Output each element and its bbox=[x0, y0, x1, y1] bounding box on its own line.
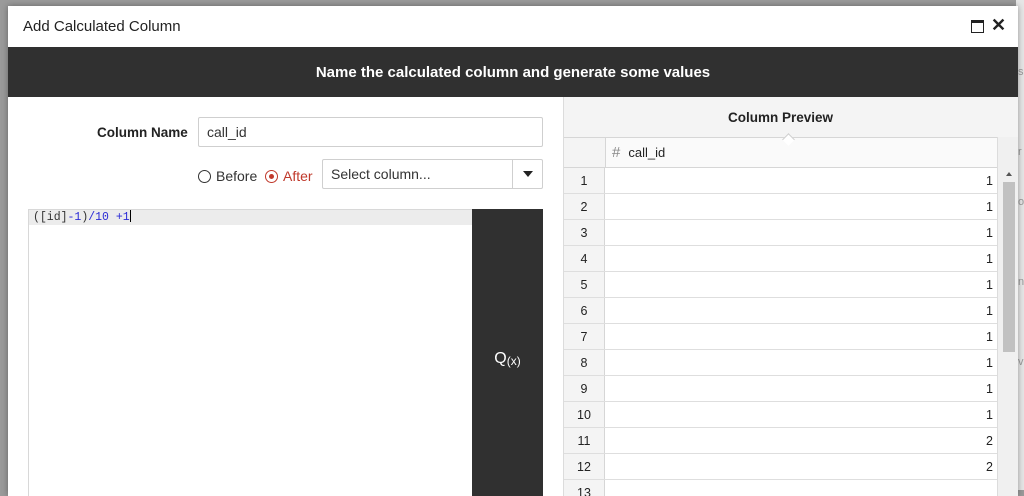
preview-title: Column Preview bbox=[727, 109, 834, 125]
preview-row: 21 bbox=[564, 194, 997, 220]
preview-column-header[interactable]: # call_id bbox=[606, 138, 997, 167]
row-number: 10 bbox=[564, 402, 605, 427]
qx-label-main: Q bbox=[494, 350, 507, 367]
row-number: 11 bbox=[564, 428, 605, 453]
dialog-title: Add Calculated Column bbox=[23, 18, 181, 35]
preview-row: 81 bbox=[564, 350, 997, 376]
position-before-label: Before bbox=[216, 168, 258, 184]
preview-cell[interactable]: 1 bbox=[605, 376, 997, 401]
row-number: 13 bbox=[564, 480, 605, 496]
row-number: 2 bbox=[564, 194, 605, 219]
preview-column-name: call_id bbox=[628, 145, 666, 160]
preview-cell[interactable]: 1 bbox=[605, 194, 997, 219]
preview-cell[interactable]: 1 bbox=[605, 350, 997, 375]
preview-cell[interactable]: 2 bbox=[605, 428, 997, 453]
row-number: 7 bbox=[564, 324, 605, 349]
preview-cell[interactable]: 1 bbox=[605, 246, 997, 271]
radio-unchecked-icon bbox=[198, 169, 211, 183]
preview-row: 71 bbox=[564, 324, 997, 350]
preview-grid-header: # call_id bbox=[564, 137, 997, 168]
scroll-up-arrow-icon[interactable] bbox=[1006, 172, 1012, 176]
preview-cell[interactable]: 1 bbox=[605, 298, 997, 323]
preview-row: 12 2 bbox=[564, 454, 997, 480]
background-fragment: o bbox=[1018, 196, 1024, 208]
preview-row: 11 2 bbox=[564, 428, 997, 454]
preview-rows: 1 1 2 1 3 1 4 1 5 1 6 1 7 1 8 1 9 1 10 1 11 2 12 2 13 bbox=[564, 168, 997, 496]
preview-cell[interactable]: 1 bbox=[605, 324, 997, 349]
row-number: 12 bbox=[564, 454, 605, 479]
row-number: 6 bbox=[564, 298, 605, 323]
qx-label-sub: (x) bbox=[506, 353, 521, 368]
text-cursor bbox=[129, 210, 132, 222]
close-icon[interactable]: ✕ bbox=[991, 15, 1006, 36]
column-select-value: Select column... bbox=[331, 166, 431, 182]
preview-row: 61 bbox=[564, 298, 997, 324]
preview-grid: # call_id 1 1 2 1 3 1 4 1 5 1 6 1 7 1 8 1 9 1 10 1 11 2 12 2 13 bbox=[564, 137, 997, 496]
preview-row: 13 bbox=[564, 480, 997, 496]
preview-cell[interactable]: 1 bbox=[605, 272, 997, 297]
maximize-icon[interactable] bbox=[971, 20, 985, 33]
preview-cell[interactable]: 1 bbox=[605, 402, 997, 427]
dialog-titlebar: Add Calculated Column ✕ bbox=[8, 6, 1018, 47]
preview-row: 10 1 bbox=[564, 402, 997, 428]
column-preview-pane: Column Preview # call_id 112131415161718… bbox=[563, 97, 1018, 496]
column-name-input[interactable] bbox=[198, 117, 543, 147]
scroll-thumb[interactable] bbox=[1003, 182, 1015, 352]
preview-cell[interactable]: 2 bbox=[605, 454, 997, 479]
row-number: 4 bbox=[564, 246, 605, 271]
expression-editor[interactable]: ([id]-1)/10 +1 bbox=[28, 209, 473, 496]
background-fragment: n bbox=[1018, 276, 1024, 288]
expression-code-line[interactable]: ([id]-1)/10 +1 bbox=[29, 210, 473, 225]
column-name-label: Column Name bbox=[97, 125, 188, 140]
query-function-button[interactable]: Q (x) bbox=[472, 209, 543, 496]
preview-cell[interactable]: 1 bbox=[605, 220, 997, 245]
background-fragment: r bbox=[1018, 146, 1022, 158]
row-number: 9 bbox=[564, 376, 605, 401]
preview-scrollbar[interactable] bbox=[997, 137, 1018, 496]
dialog-banner: Name the calculated column and generate … bbox=[8, 47, 1018, 97]
background-fragment: s bbox=[1018, 66, 1024, 78]
radio-checked-icon bbox=[265, 169, 278, 183]
preview-row: 51 bbox=[564, 272, 997, 298]
preview-cell[interactable]: 1 bbox=[605, 168, 997, 193]
row-number: 1 bbox=[564, 168, 605, 193]
definition-pane: Column Name Before After Select column..… bbox=[8, 97, 563, 496]
position-after-label: After bbox=[283, 168, 313, 184]
dropdown-caret-icon[interactable] bbox=[512, 160, 542, 188]
preview-cell[interactable] bbox=[605, 480, 997, 496]
preview-row: 31 bbox=[564, 220, 997, 246]
position-after-radio[interactable]: After bbox=[265, 166, 313, 186]
grid-corner bbox=[564, 138, 606, 167]
preview-row: 91 bbox=[564, 376, 997, 402]
preview-row: 11 bbox=[564, 168, 997, 194]
background-fragment: v bbox=[1018, 356, 1024, 368]
row-number: 8 bbox=[564, 350, 605, 375]
preview-row: 41 bbox=[564, 246, 997, 272]
column-select-dropdown[interactable]: Select column... bbox=[322, 159, 543, 189]
add-calculated-column-dialog: Add Calculated Column ✕ Name the calcula… bbox=[8, 6, 1018, 496]
position-before-radio[interactable]: Before bbox=[198, 166, 257, 186]
expression-text: ([id]-1)/10 +1 bbox=[33, 211, 130, 224]
row-number: 3 bbox=[564, 220, 605, 245]
numeric-type-icon: # bbox=[612, 144, 621, 161]
row-number: 5 bbox=[564, 272, 605, 297]
